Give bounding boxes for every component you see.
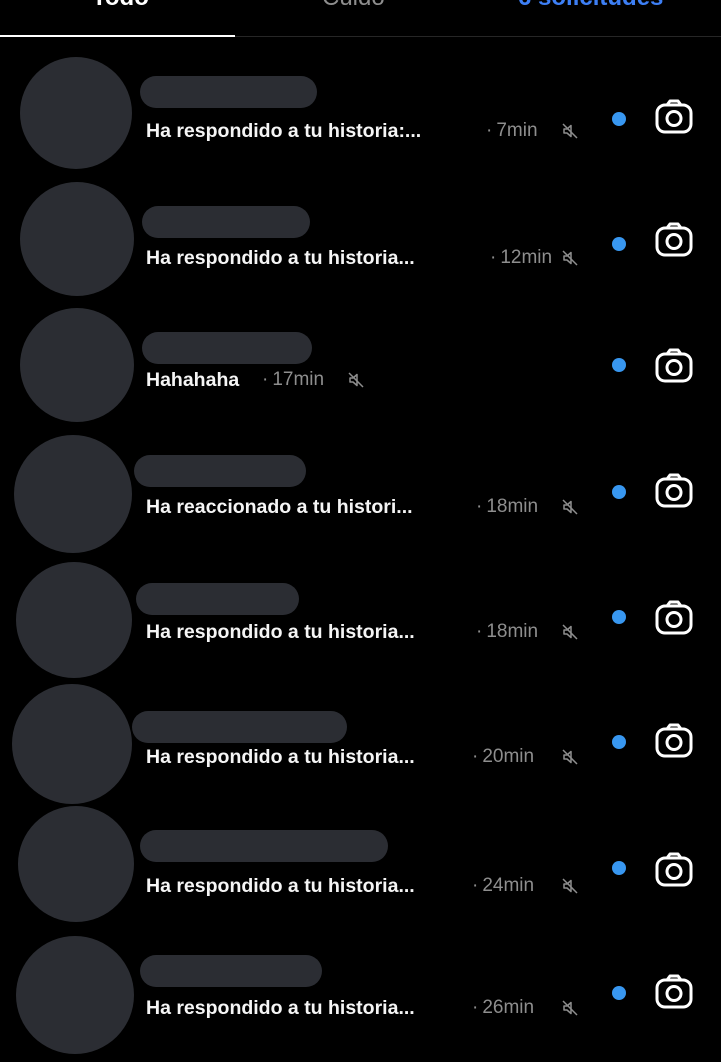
message-preview: Ha respondido a tu historia... — [146, 746, 415, 768]
redacted-username — [140, 830, 388, 862]
unread-indicator — [612, 986, 626, 1000]
thread-item[interactable]: Hahahaha · 17min — [0, 306, 721, 422]
redacted-username — [140, 76, 317, 108]
separator-dot: · — [262, 369, 269, 390]
message-time: · 26min — [472, 996, 534, 1020]
camera-icon[interactable] — [654, 473, 694, 509]
redacted-username — [140, 955, 322, 987]
separator-dot: · — [472, 746, 479, 767]
message-time: · 24min — [472, 874, 534, 898]
unread-indicator — [612, 358, 626, 372]
separator-dot: · — [490, 247, 497, 268]
timestamp: 18min — [486, 496, 539, 517]
message-preview: Ha respondido a tu historia:... — [146, 120, 422, 142]
thread-item[interactable]: Ha respondido a tu historia... · 18min — [0, 562, 721, 678]
mute-icon — [561, 623, 579, 641]
avatar[interactable] — [18, 806, 134, 922]
message-preview: Ha respondido a tu historia... — [146, 247, 415, 269]
separator-dot: · — [476, 496, 483, 517]
active-tab-indicator — [0, 35, 235, 37]
tab-requests[interactable]: 6 solicitudes — [518, 0, 663, 12]
separator-dot: · — [476, 621, 483, 642]
timestamp: 17min — [272, 369, 325, 390]
tab-all[interactable]: Todo — [92, 0, 149, 12]
camera-icon[interactable] — [654, 222, 694, 258]
camera-icon[interactable] — [654, 600, 694, 636]
avatar[interactable] — [16, 936, 134, 1054]
timestamp: 24min — [482, 875, 535, 896]
thread-item[interactable]: Ha respondido a tu historia:... · 7min — [0, 57, 721, 169]
message-time: · 18min — [476, 620, 538, 644]
separator-dot: · — [472, 997, 479, 1018]
mute-icon — [561, 877, 579, 895]
unread-indicator — [612, 610, 626, 624]
message-time: · 17min — [262, 368, 324, 392]
separator-dot: · — [472, 875, 479, 896]
avatar[interactable] — [12, 684, 132, 804]
camera-icon[interactable] — [654, 348, 694, 384]
message-preview: Hahahaha — [146, 369, 240, 391]
unread-indicator — [612, 485, 626, 499]
unread-indicator — [612, 861, 626, 875]
timestamp: 26min — [482, 997, 535, 1018]
mute-icon — [561, 748, 579, 766]
redacted-username — [132, 711, 347, 743]
mute-icon — [347, 371, 365, 389]
redacted-username — [134, 455, 306, 487]
camera-icon[interactable] — [654, 974, 694, 1010]
message-preview: Ha respondido a tu historia... — [146, 875, 415, 897]
mute-icon — [561, 249, 579, 267]
unread-indicator — [612, 237, 626, 251]
thread-item[interactable]: Ha respondido a tu historia... · 26min — [0, 934, 721, 1054]
thread-item[interactable]: Ha respondido a tu historia... · 12min — [0, 182, 721, 296]
redacted-username — [142, 206, 310, 238]
avatar[interactable] — [20, 182, 134, 296]
camera-icon[interactable] — [654, 99, 694, 135]
redacted-username — [142, 332, 312, 364]
camera-icon[interactable] — [654, 852, 694, 888]
camera-icon[interactable] — [654, 723, 694, 759]
message-time: · 20min — [472, 745, 534, 769]
unread-indicator — [612, 735, 626, 749]
message-preview: Ha respondido a tu historia... — [146, 621, 415, 643]
thread-item[interactable]: Ha reaccionado a tu histori... · 18min — [0, 435, 721, 553]
message-preview: Ha respondido a tu historia... — [146, 997, 415, 1019]
redacted-username — [136, 583, 299, 615]
mute-icon — [561, 122, 579, 140]
mute-icon — [561, 999, 579, 1017]
avatar[interactable] — [20, 57, 132, 169]
avatar[interactable] — [14, 435, 132, 553]
thread-item[interactable]: Ha respondido a tu historia... · 20min — [0, 682, 721, 804]
message-preview: Ha reaccionado a tu histori... — [146, 496, 413, 518]
tab-divider — [235, 36, 721, 37]
inbox-tabs: Todo Cuido 6 solicitudes — [0, 0, 721, 40]
separator-dot: · — [486, 120, 493, 141]
timestamp: 7min — [496, 120, 538, 141]
tab-general[interactable]: Cuido — [322, 0, 385, 12]
avatar[interactable] — [16, 562, 132, 678]
message-time: · 7min — [486, 119, 538, 143]
avatar[interactable] — [20, 308, 134, 422]
timestamp: 18min — [486, 621, 539, 642]
timestamp: 20min — [482, 746, 535, 767]
message-time: · 12min — [490, 246, 552, 270]
unread-indicator — [612, 112, 626, 126]
timestamp: 12min — [500, 247, 553, 268]
mute-icon — [561, 498, 579, 516]
message-time: · 18min — [476, 495, 538, 519]
thread-item[interactable]: Ha respondido a tu historia... · 24min — [0, 806, 721, 922]
